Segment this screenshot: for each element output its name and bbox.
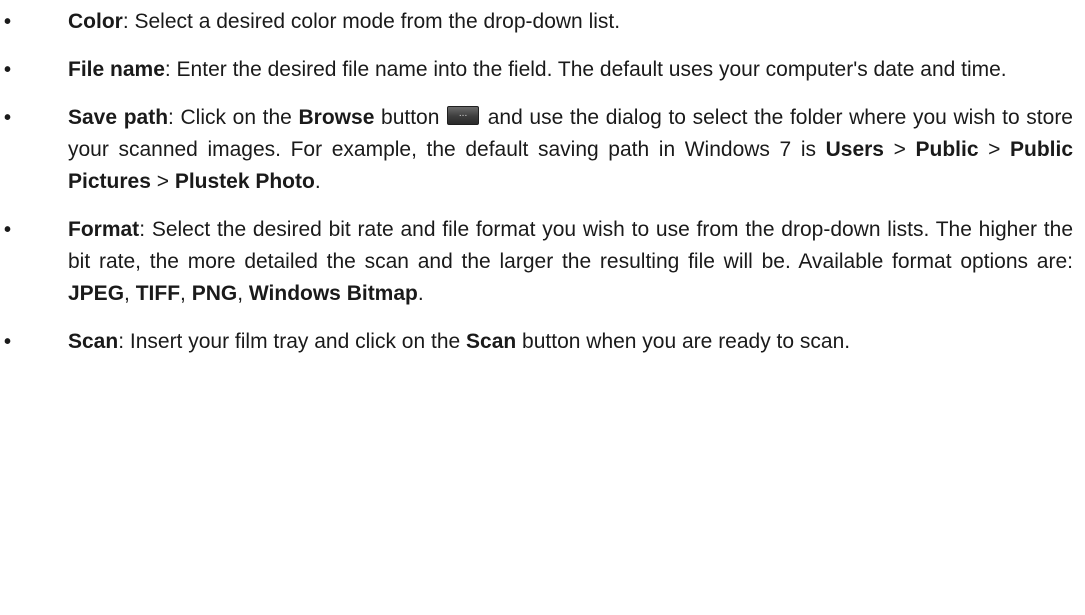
sentence-end: . bbox=[314, 170, 321, 193]
scan-label: Scan bbox=[466, 330, 517, 353]
term-separator: : bbox=[122, 10, 135, 33]
settings-bullet-list: • Color: Select a desired color mode fro… bbox=[0, 6, 1085, 358]
description-text: button bbox=[374, 106, 440, 129]
description-text: Insert your film tray and click on the bbox=[129, 330, 467, 353]
format-tiff: TIFF bbox=[135, 282, 181, 305]
term-file-name: File name bbox=[68, 58, 165, 81]
path-separator: > bbox=[884, 138, 916, 161]
path-plustek-photo: Plustek Photo bbox=[174, 170, 315, 193]
comma: , bbox=[180, 282, 192, 305]
document-body: • Color: Select a desired color mode fro… bbox=[0, 0, 1085, 358]
bullet-point: • bbox=[4, 107, 12, 129]
list-item-color: • Color: Select a desired color mode fro… bbox=[0, 6, 1085, 38]
path-separator: > bbox=[150, 170, 175, 193]
ellipsis-button-icon: ... bbox=[447, 106, 480, 125]
term-separator: : bbox=[139, 218, 152, 241]
comma: , bbox=[124, 282, 136, 305]
bullet-point: • bbox=[4, 219, 12, 241]
description-text: Click on the bbox=[180, 106, 299, 129]
term-color: Color bbox=[68, 10, 123, 33]
comma: , bbox=[237, 282, 249, 305]
term-separator: : bbox=[118, 330, 130, 353]
description-color: Select a desired color mode from the dro… bbox=[134, 10, 621, 33]
term-separator: : bbox=[168, 106, 181, 129]
list-item-file-name: • File name: Enter the desired file name… bbox=[0, 54, 1085, 86]
list-item-format: • Format: Select the desired bit rate an… bbox=[0, 214, 1085, 310]
ellipsis-dots: ... bbox=[458, 108, 468, 119]
path-separator: > bbox=[978, 138, 1010, 161]
bullet-point: • bbox=[4, 59, 12, 81]
bullet-point: • bbox=[4, 331, 12, 353]
term-save-path: Save path bbox=[68, 106, 169, 129]
term-separator: : bbox=[164, 58, 177, 81]
list-item-scan: • Scan: Insert your film tray and click … bbox=[0, 326, 1085, 358]
format-windows-bitmap: Windows Bitmap bbox=[248, 282, 418, 305]
description-file-name: Enter the desired file name into the fie… bbox=[176, 58, 1007, 81]
list-item-save-path: • Save path: Click on the Browse button … bbox=[0, 102, 1085, 198]
term-format: Format bbox=[68, 218, 140, 241]
sentence-end: . bbox=[417, 282, 424, 305]
path-users: Users bbox=[825, 138, 884, 161]
path-public: Public bbox=[915, 138, 979, 161]
format-jpeg: JPEG bbox=[68, 282, 125, 305]
bullet-point: • bbox=[4, 11, 12, 33]
term-scan: Scan bbox=[68, 330, 119, 353]
description-format: Select the desired bit rate and file for… bbox=[68, 218, 1073, 273]
description-text: button when you are ready to scan. bbox=[516, 330, 851, 353]
browse-label: Browse bbox=[298, 106, 375, 129]
format-png: PNG bbox=[191, 282, 238, 305]
